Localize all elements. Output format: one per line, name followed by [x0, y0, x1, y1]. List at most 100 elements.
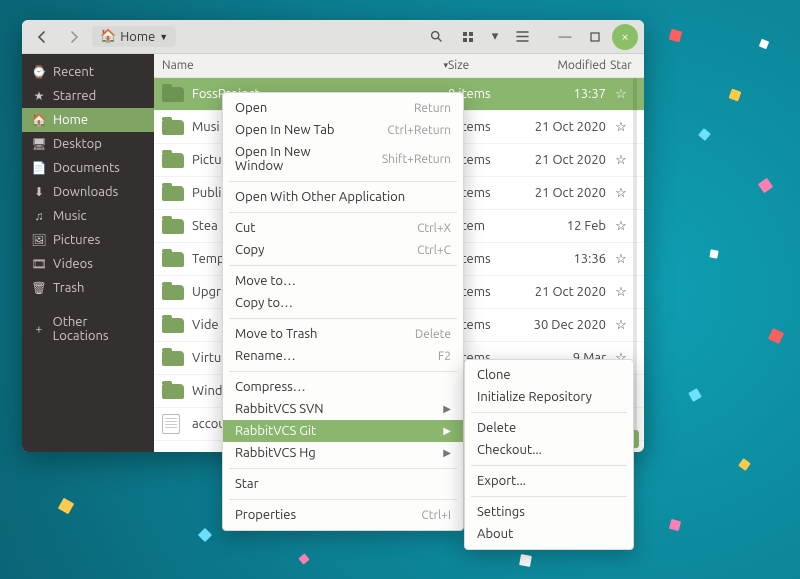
folder-icon [162, 318, 184, 333]
menu-item[interactable]: OpenReturn [223, 97, 463, 119]
sidebar-item-downloads[interactable]: ⬇Downloads [22, 180, 154, 204]
menu-item[interactable]: Move to Trash Delete [223, 323, 463, 345]
trash-icon: 🗑 [32, 281, 46, 295]
sidebar-item-documents[interactable]: 📄Documents [22, 156, 154, 180]
menu-item[interactable]: RabbitVCS Hg▶ [223, 442, 463, 464]
context-submenu-rabbitvcs-git: CloneInitialize Repository Delete Checkout… [464, 359, 634, 550]
menu-separator [229, 371, 457, 372]
menu-item[interactable]: CopyCtrl+C [223, 239, 463, 261]
sidebar-item-label: Videos [53, 257, 93, 271]
menu-item[interactable]: Settings [465, 501, 633, 523]
menu-item-label: Open With Other Application [235, 190, 405, 204]
folder-icon [162, 384, 184, 399]
minimize-button[interactable]: — [552, 24, 578, 50]
forward-button[interactable] [60, 24, 88, 50]
star-icon[interactable]: ☆ [606, 285, 636, 300]
menu-item[interactable]: Open In New WindowShift+Return [223, 141, 463, 177]
star-icon[interactable]: ☆ [606, 87, 636, 102]
column-header-modified[interactable]: Modified [528, 59, 606, 72]
folder-icon [162, 351, 184, 366]
sidebar-item-music[interactable]: ♫Music [22, 204, 154, 228]
hamburger-button[interactable] [508, 24, 536, 50]
menu-item-label: Open In New Window [235, 145, 358, 173]
menu-item-label: Properties [235, 508, 296, 522]
folder-icon [162, 120, 184, 135]
close-button[interactable]: × [612, 24, 638, 50]
sidebar-item-label: Documents [53, 161, 120, 175]
menu-item-label: Export... [477, 474, 526, 488]
folder-icon [162, 186, 184, 201]
menu-item[interactable]: RabbitVCS SVN▶ [223, 398, 463, 420]
menu-item[interactable]: Copy to… [223, 292, 463, 314]
places-sidebar: ⌚Recent ★Starred 🏠Home 🖥Desktop 📄Documen… [22, 54, 154, 452]
menu-item-label: Cut [235, 221, 255, 235]
star-icon[interactable]: ☆ [606, 186, 636, 201]
desktop-icon: 🖥 [32, 137, 46, 151]
menu-item[interactable]: About [465, 523, 633, 545]
menu-item[interactable]: Move to… [223, 270, 463, 292]
menu-item[interactable]: Open With Other Application [223, 186, 463, 208]
column-header-size[interactable]: Size [448, 59, 528, 72]
star-icon[interactable]: ☆ [606, 120, 636, 135]
column-headers: Name▾ Size Modified Star [154, 54, 644, 78]
menu-item-label: Rename… [235, 349, 296, 363]
column-header-name[interactable]: Name▾ [162, 59, 448, 72]
menu-item-label: About [477, 527, 513, 541]
star-icon[interactable]: ☆ [606, 153, 636, 168]
back-button[interactable] [28, 24, 56, 50]
sidebar-item-label: Home [53, 113, 88, 127]
maximize-button[interactable] [582, 24, 608, 50]
menu-item-label: RabbitVCS Git [235, 424, 316, 438]
sidebar-item-label: Downloads [53, 185, 118, 199]
menu-separator [229, 212, 457, 213]
sidebar-item-label: Trash [53, 281, 84, 295]
menu-item[interactable]: Initialize Repository [465, 386, 633, 408]
menu-item[interactable]: Delete [465, 417, 633, 439]
sidebar-item-videos[interactable]: 🎞Videos [22, 252, 154, 276]
menu-item[interactable]: Export... [465, 470, 633, 492]
file-modified: 21 Oct 2020 [528, 120, 606, 134]
sidebar-item-label: Other Locations [53, 315, 144, 343]
menu-item-label: Copy to… [235, 296, 293, 310]
menu-item-accelerator: Delete [415, 328, 451, 341]
menu-item[interactable]: RabbitVCS Git▶ [223, 420, 463, 442]
sidebar-item-desktop[interactable]: 🖥Desktop [22, 132, 154, 156]
search-button[interactable] [422, 24, 450, 50]
menu-item-label: Delete [477, 421, 516, 435]
menu-item-accelerator: Ctrl+X [417, 222, 451, 235]
menu-item[interactable]: PropertiesCtrl+I [223, 504, 463, 526]
menu-item[interactable]: Star [223, 473, 463, 495]
menu-separator [229, 181, 457, 182]
star-icon: ★ [32, 89, 46, 103]
menu-item-accelerator: Return [414, 102, 451, 115]
menu-separator [229, 468, 457, 469]
sidebar-item-recent[interactable]: ⌚Recent [22, 60, 154, 84]
menu-item[interactable]: Open In New TabCtrl+Return [223, 119, 463, 141]
menu-item[interactable]: Clone [465, 364, 633, 386]
menu-item[interactable]: Compress… [223, 376, 463, 398]
menu-item[interactable]: Cut Ctrl+X [223, 217, 463, 239]
menu-item-accelerator: F2 [438, 350, 451, 363]
menu-item-label: RabbitVCS Hg [235, 446, 316, 460]
sidebar-item-other-locations[interactable]: +Other Locations [22, 310, 154, 348]
view-dropdown-button[interactable]: ▾ [486, 24, 504, 50]
star-icon[interactable]: ☆ [606, 219, 636, 234]
file-modified: 21 Oct 2020 [528, 285, 606, 299]
menu-item-label: Move to Trash [235, 327, 317, 341]
view-mode-button[interactable] [454, 24, 482, 50]
menu-item[interactable]: Rename… F2 [223, 345, 463, 367]
column-header-star[interactable]: Star [606, 59, 636, 72]
file-modified: 21 Oct 2020 [528, 153, 606, 167]
sidebar-item-home[interactable]: 🏠Home [22, 108, 154, 132]
sidebar-item-pictures[interactable]: 🖼Pictures [22, 228, 154, 252]
menu-item[interactable]: Checkout... [465, 439, 633, 461]
menu-item-accelerator: Ctrl+C [417, 244, 451, 257]
folder-icon [162, 153, 184, 168]
path-bar[interactable]: 🏠 Home ▼ [92, 26, 176, 47]
chevron-down-icon: ▼ [159, 32, 168, 42]
star-icon[interactable]: ☆ [606, 252, 636, 267]
sidebar-item-trash[interactable]: 🗑 Trash [22, 276, 154, 300]
menu-separator [229, 265, 457, 266]
star-icon[interactable]: ☆ [606, 318, 636, 333]
sidebar-item-starred[interactable]: ★Starred [22, 84, 154, 108]
